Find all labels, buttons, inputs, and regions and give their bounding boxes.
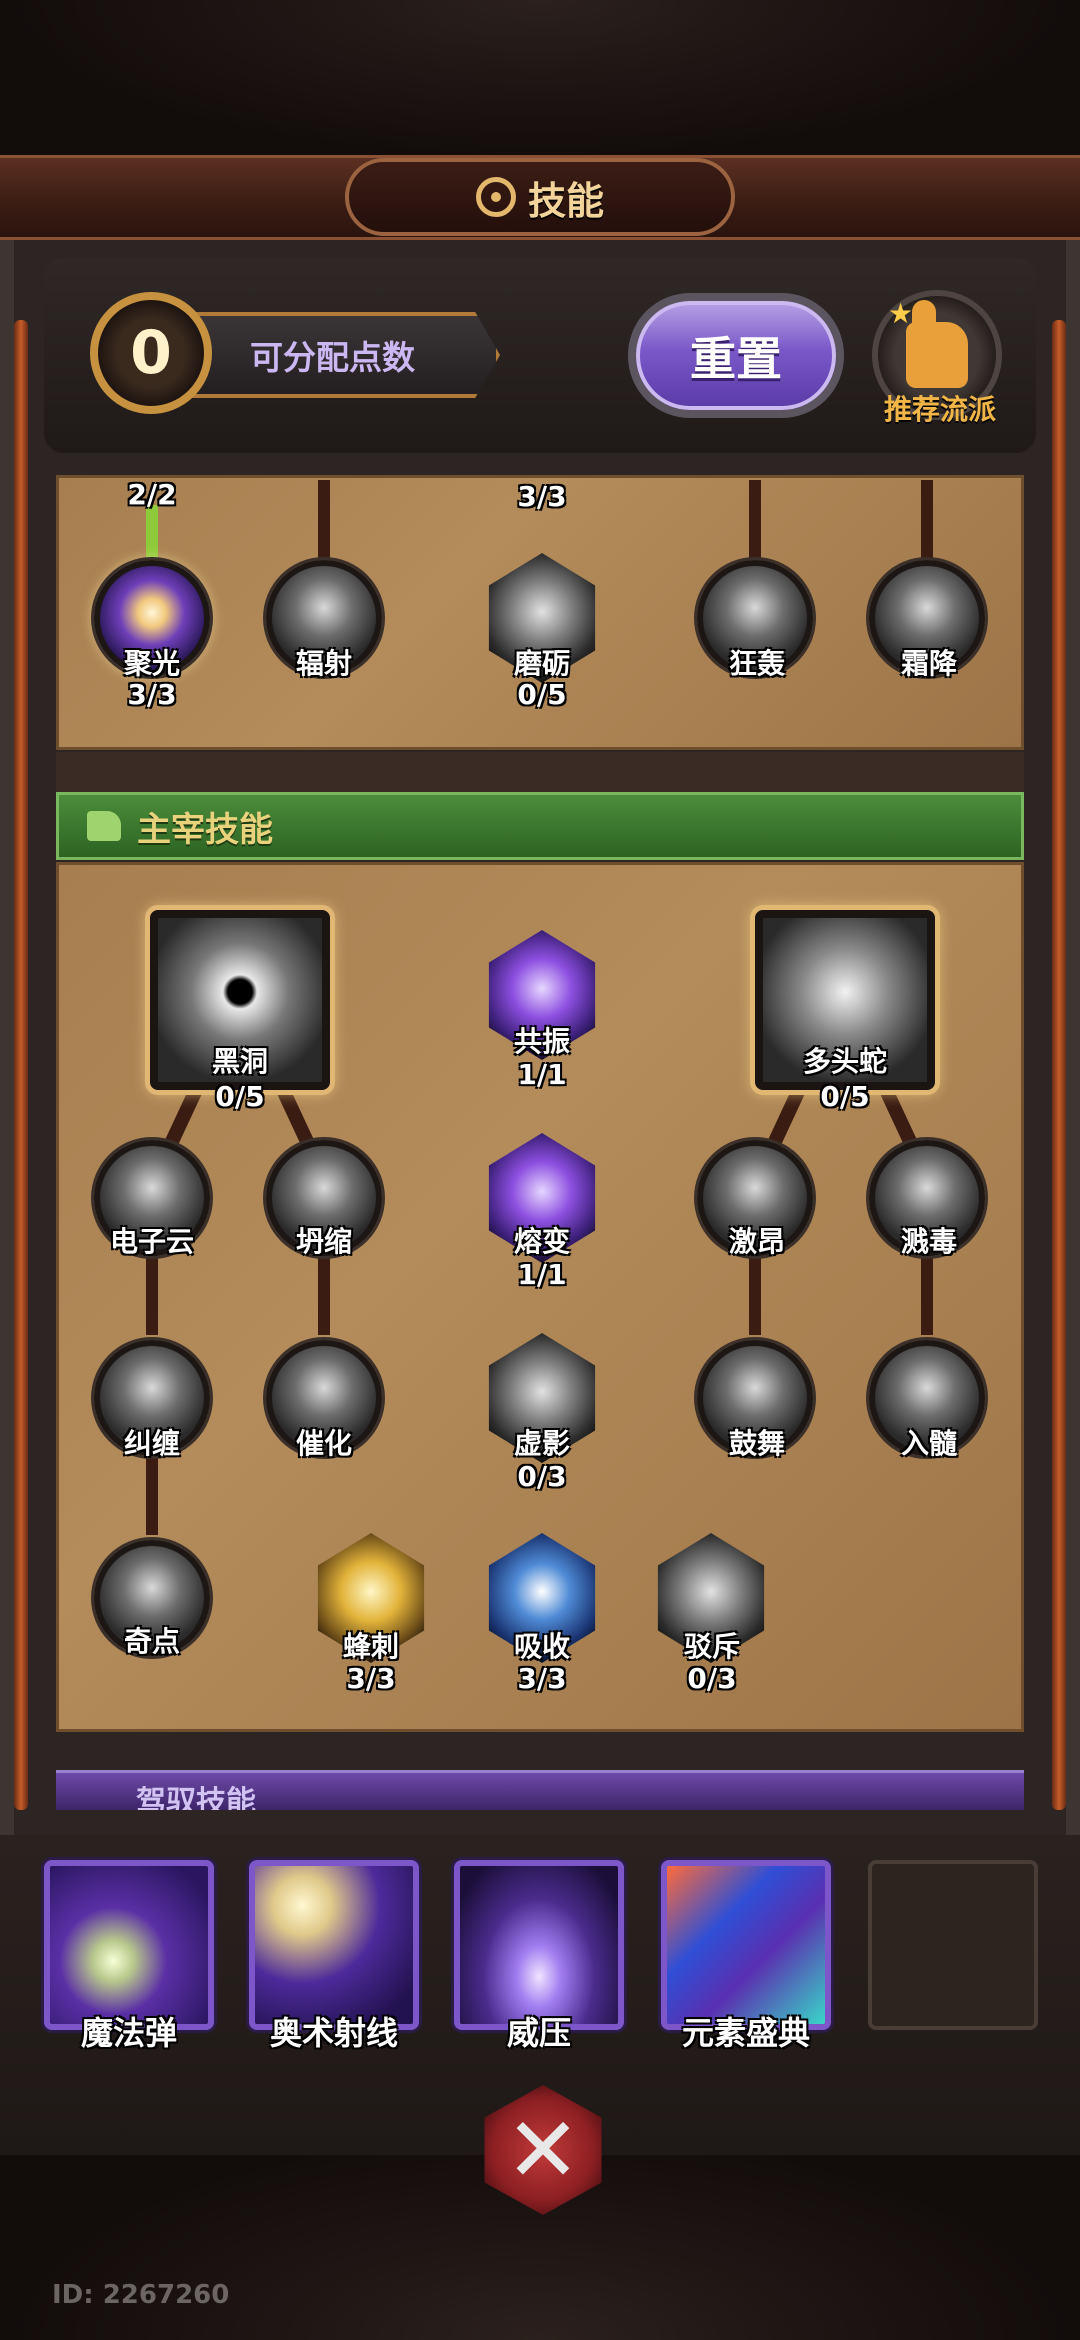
main-skills-header: 主宰技能 xyxy=(56,792,1024,860)
skill-name: 共振 xyxy=(513,1025,570,1058)
connector xyxy=(749,480,761,560)
main-skills-title: 主宰技能 xyxy=(137,809,273,850)
skill-name: 电子云 xyxy=(109,1225,194,1258)
skill-name: 霜降 xyxy=(900,647,957,680)
slot-label: 威压 xyxy=(506,2014,571,2052)
connector xyxy=(146,1255,158,1335)
connector xyxy=(921,1255,933,1335)
skill-name: 虚影 xyxy=(513,1427,570,1460)
close-icon: ✕ xyxy=(505,2097,581,2203)
skill-level: 0/5 xyxy=(215,1080,265,1113)
points-label-bar: 可分配点数 xyxy=(190,312,500,398)
top-decor xyxy=(0,0,1080,160)
slot-label: 魔法弹 xyxy=(80,2014,177,2052)
skill-name: 黑洞 xyxy=(211,1045,268,1078)
frame-left-rail xyxy=(14,320,28,1810)
connector xyxy=(318,1255,330,1335)
skill-name: 入髓 xyxy=(900,1427,957,1460)
skill-level: 3/3 xyxy=(517,1662,567,1695)
skill-name: 坍缩 xyxy=(295,1225,352,1258)
skill-name: 鼓舞 xyxy=(728,1427,785,1460)
points-counter: 0 xyxy=(90,292,212,414)
player-id: ID: 2267260 xyxy=(52,2280,230,2310)
skill-name: 溅毒 xyxy=(900,1225,957,1258)
page-title: 技能 xyxy=(527,178,604,223)
skill-name: 蜂刺 xyxy=(342,1630,399,1663)
skill-level: 3/3 xyxy=(346,1662,396,1695)
connector xyxy=(921,480,933,560)
skill-name: 纠缠 xyxy=(123,1427,180,1460)
skill-level: 0/5 xyxy=(517,678,567,711)
skill-level: 3/3 xyxy=(127,678,177,711)
skill-name: 磨砺 xyxy=(513,647,570,680)
slot-label: 元素盛典 xyxy=(681,2014,810,2052)
reset-button[interactable]: 重置 xyxy=(628,293,844,418)
driving-skills-title: 驾驭技能 xyxy=(136,1785,256,1810)
skill-name: 聚光 xyxy=(123,647,180,680)
boot-icon xyxy=(87,811,121,841)
slot-label: 奥术射线 xyxy=(269,2014,398,2052)
skill-name: 吸收 xyxy=(513,1630,570,1663)
points-label: 可分配点数 xyxy=(250,338,415,377)
connector xyxy=(146,1455,158,1535)
empty-slot[interactable] xyxy=(868,1860,1038,2030)
pressure-icon[interactable] xyxy=(454,1860,624,2030)
driving-skills-header[interactable]: 驾驭技能 xyxy=(56,1770,1024,1810)
skill-level: 1/1 xyxy=(517,1058,567,1091)
skill-name: 狂轰 xyxy=(728,647,785,680)
skill-name: 熔变 xyxy=(513,1225,570,1258)
skill-name: 奇点 xyxy=(123,1625,180,1658)
title-plate: 技能 xyxy=(345,158,735,236)
connector xyxy=(749,1255,761,1335)
magic-bolt-icon[interactable] xyxy=(44,1860,214,2030)
section-separator xyxy=(56,752,1024,792)
skill-level: 0/3 xyxy=(517,1460,567,1493)
skill-name: 多头蛇 xyxy=(802,1045,887,1078)
skill-level: 0/5 xyxy=(820,1080,870,1113)
frame-right-rail xyxy=(1052,320,1066,1810)
skill-level: 0/3 xyxy=(687,1662,737,1695)
recommend-label[interactable]: 推荐流派 xyxy=(860,388,1020,428)
element-festival-icon[interactable] xyxy=(661,1860,831,2030)
connector xyxy=(318,480,330,560)
skill-name: 辐射 xyxy=(295,647,352,680)
star-icon: ★ xyxy=(888,297,914,330)
skill-level: 1/1 xyxy=(517,1258,567,1291)
skill-name: 激昂 xyxy=(728,1225,785,1258)
skill-name: 催化 xyxy=(295,1427,352,1460)
counter-label: 3/3 xyxy=(517,480,567,513)
skill-name: 驳斥 xyxy=(683,1630,740,1663)
connector xyxy=(146,505,158,567)
counter-label: 2/2 xyxy=(127,478,177,511)
gear-icon xyxy=(475,177,516,217)
thumbs-up-icon xyxy=(906,300,968,388)
arcane-ray-icon[interactable] xyxy=(249,1860,419,2030)
